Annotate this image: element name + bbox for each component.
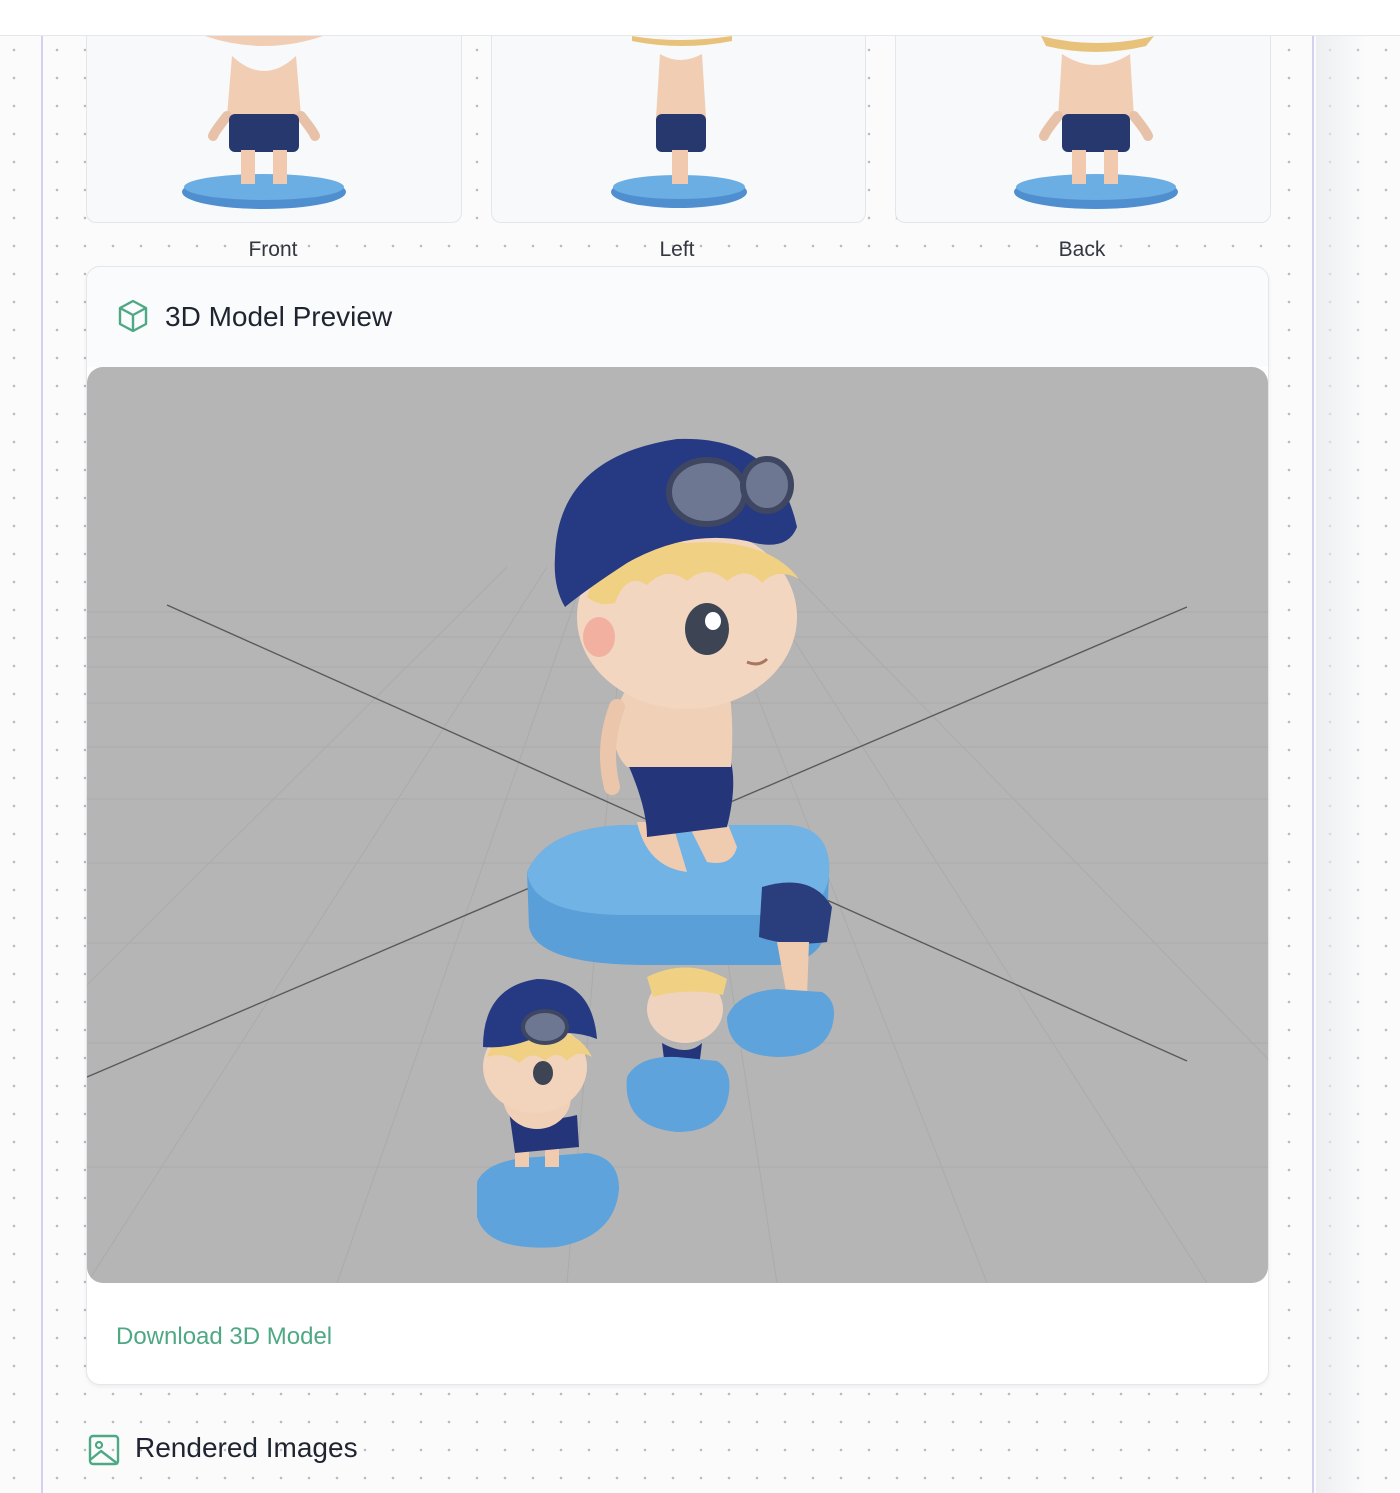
rendered-images-title: Rendered Images — [135, 1432, 358, 1463]
model-3d-viewer[interactable] — [87, 367, 1268, 1283]
cube-icon — [117, 299, 149, 338]
front-view-image[interactable] — [86, 36, 462, 223]
left-view-label: Left — [659, 238, 695, 261]
image-icon — [88, 1434, 120, 1471]
download-3d-model-link[interactable]: Download 3D Model — [116, 1323, 332, 1351]
front-view-label: Front — [248, 238, 298, 261]
back-view-image[interactable] — [895, 36, 1271, 223]
right-gutter — [1316, 36, 1400, 1493]
left-gutter — [0, 36, 40, 1493]
left-view-image[interactable] — [491, 36, 866, 223]
model-preview-card: 3D Model Preview Download 3D Model — [86, 266, 1269, 1385]
model-preview-title: 3D Model Preview — [165, 301, 393, 332]
back-view-label: Back — [1058, 238, 1106, 261]
top-bar — [0, 0, 1400, 36]
